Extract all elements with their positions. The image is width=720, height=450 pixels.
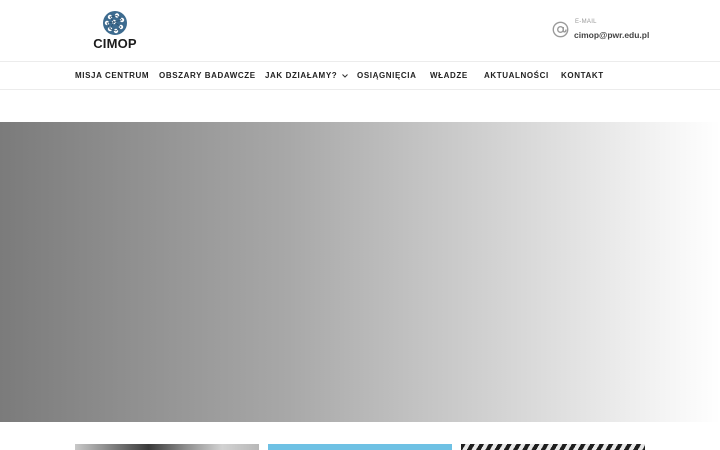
cimop-emblem-icon	[103, 11, 127, 35]
site-header: CIMOP E-MAIL cimop@pwr.edu.pl	[0, 0, 720, 61]
email-label: E-MAIL	[575, 19, 597, 25]
chevron-down-icon	[342, 74, 349, 78]
at-icon	[552, 21, 569, 38]
email-link[interactable]: cimop@pwr.edu.pl	[574, 30, 649, 40]
nav-item-aktualnosci[interactable]: AKTUALNOŚCI	[484, 62, 549, 89]
nav-item-misja-centrum[interactable]: MISJA CENTRUM	[75, 62, 149, 89]
nav-item-kontakt[interactable]: KONTAKT	[561, 62, 604, 89]
nav-item-osiagniecia[interactable]: OSIĄGNIĘCIA	[357, 62, 417, 89]
nav-item-wladze[interactable]: WŁADZE	[430, 62, 468, 89]
main-navigation: MISJA CENTRUM OBSZARY BADAWCZE JAK DZIAŁ…	[0, 61, 720, 90]
hero-banner	[0, 122, 720, 422]
feature-card-image-3[interactable]	[461, 444, 645, 450]
feature-card-image-1[interactable]	[75, 444, 259, 450]
nav-item-jak-dzialamy[interactable]: JAK DZIAŁAMY?	[265, 62, 349, 89]
cimop-logo[interactable]: CIMOP	[88, 10, 142, 52]
feature-card-image-2[interactable]	[268, 444, 452, 450]
logo-wordmark: CIMOP	[93, 36, 137, 51]
nav-item-jak-dzialamy-label: JAK DZIAŁAMY?	[265, 71, 338, 80]
nav-item-obszary-badawcze[interactable]: OBSZARY BADAWCZE	[159, 62, 256, 89]
